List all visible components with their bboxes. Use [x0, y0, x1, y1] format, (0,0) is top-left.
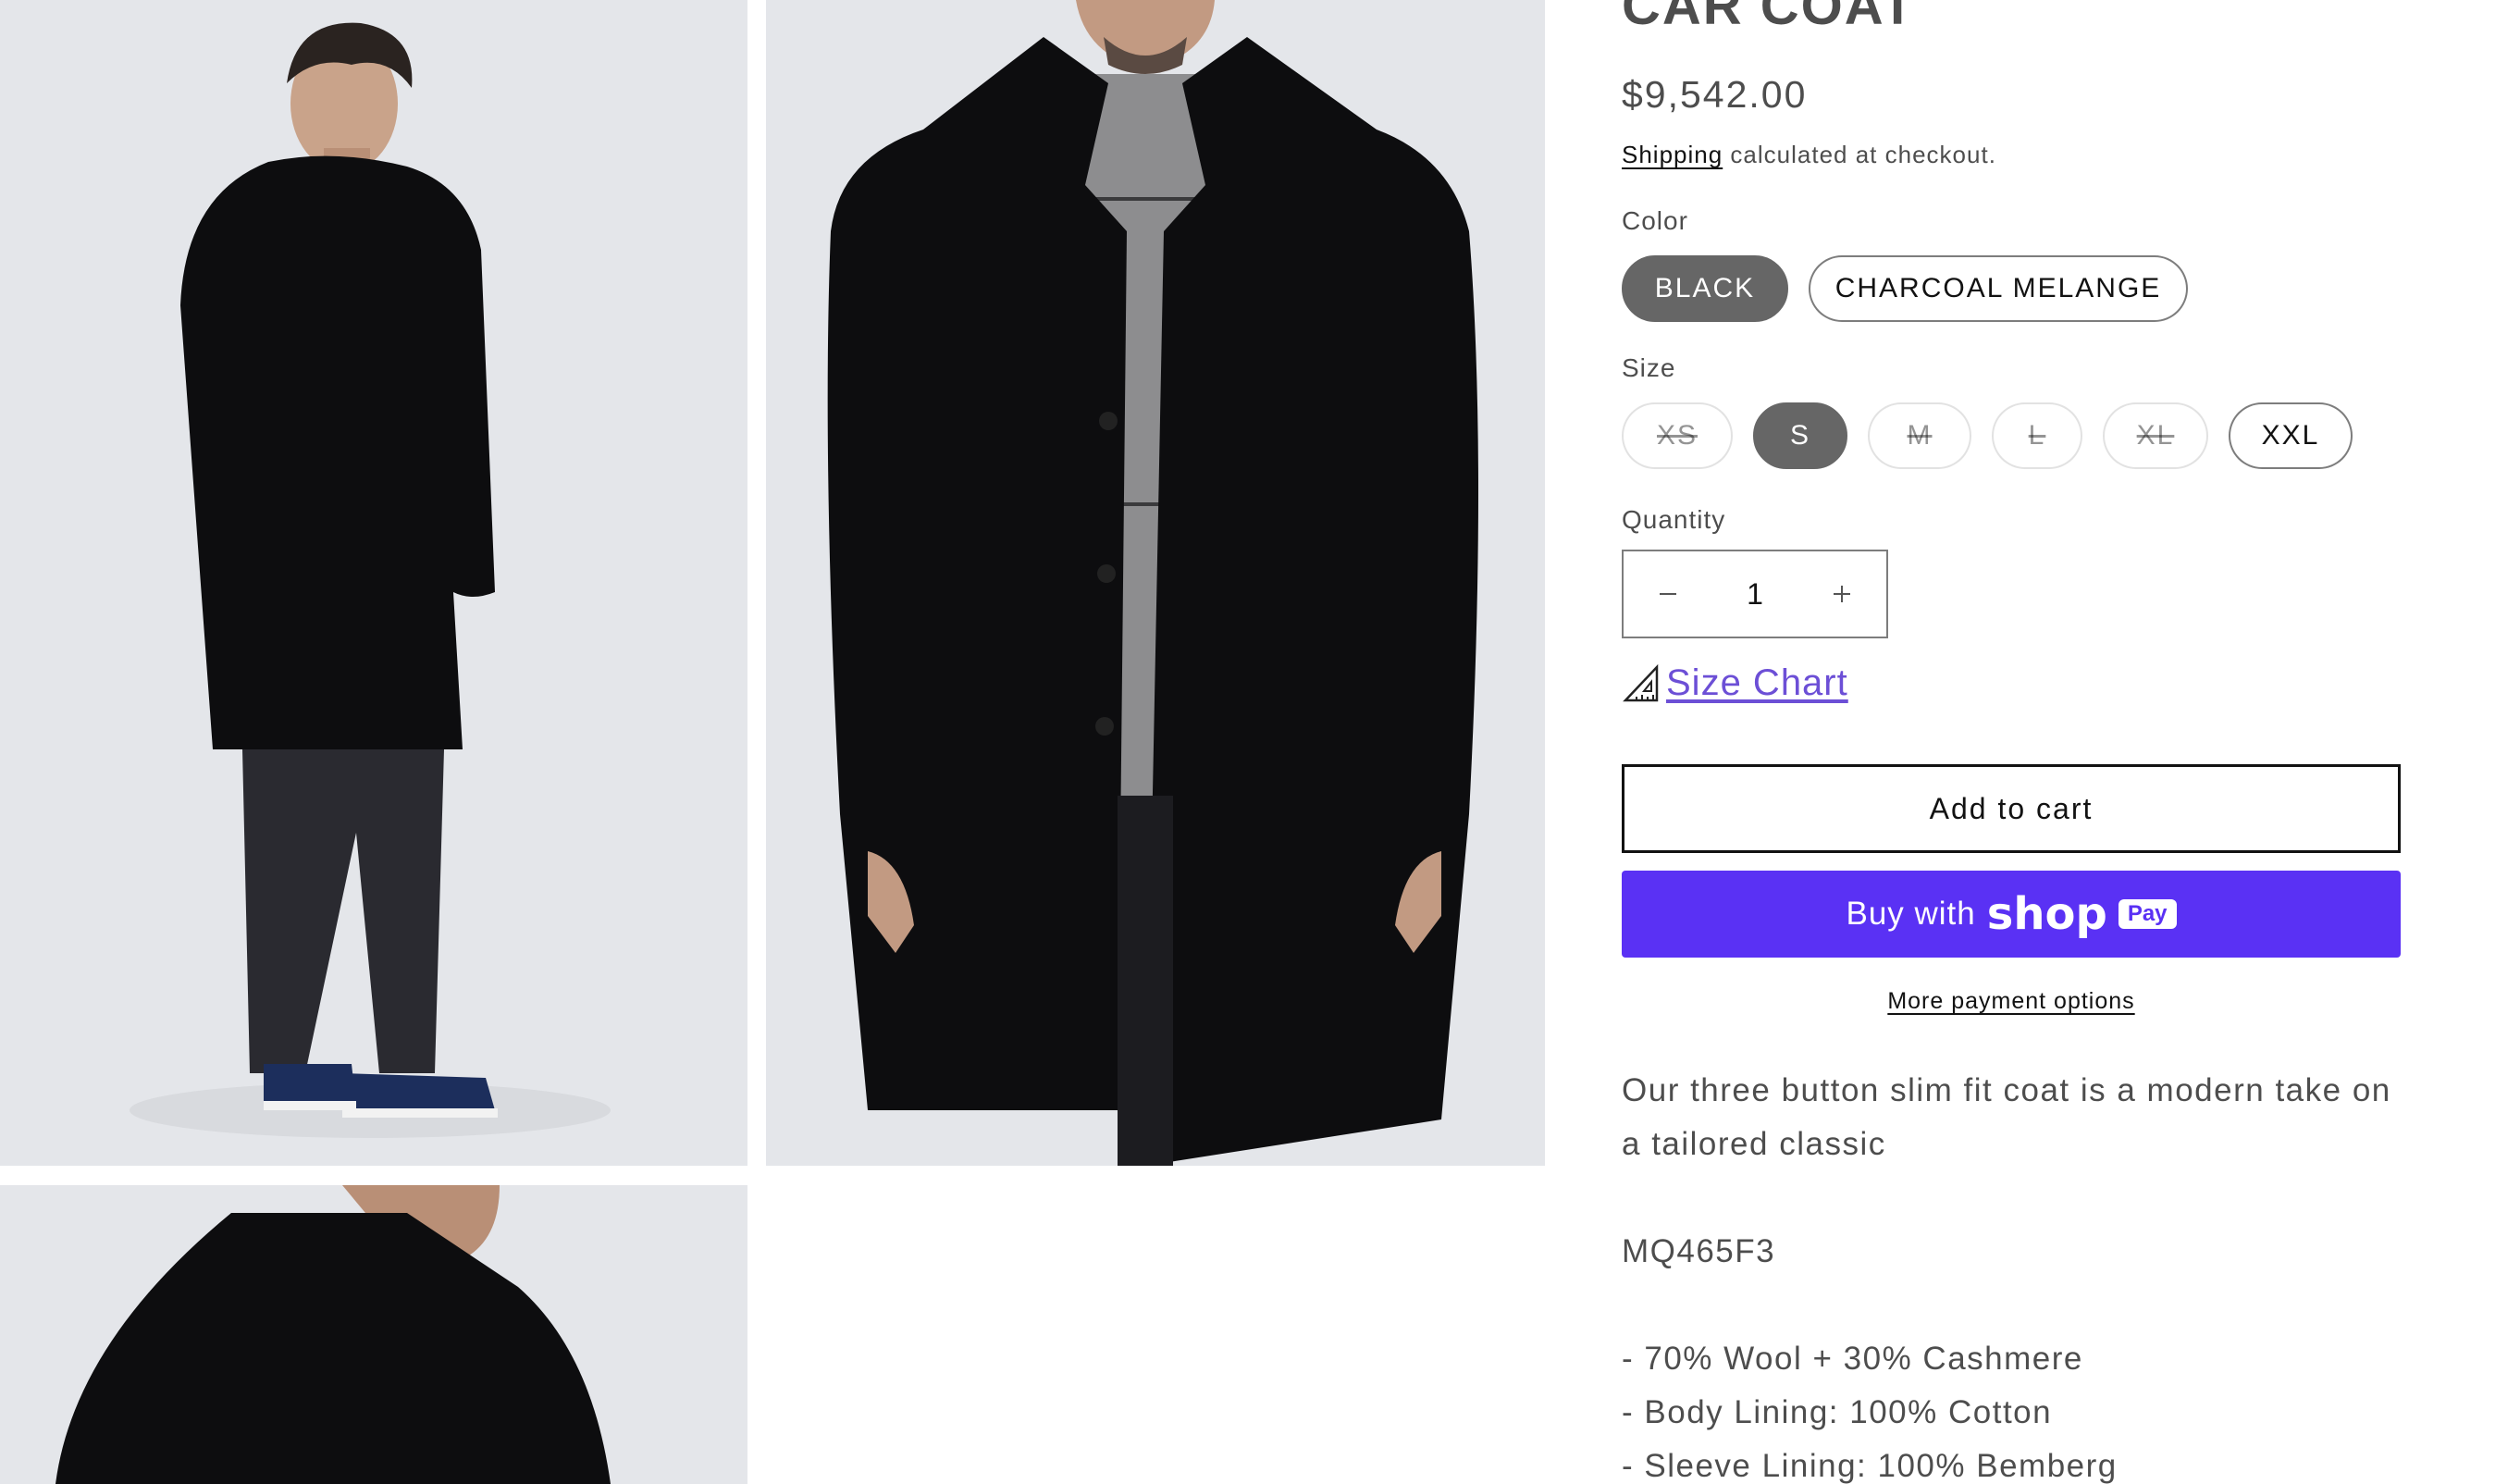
description-intro: Our three button slim fit coat is a mode…: [1622, 1072, 2391, 1162]
size-option-m[interactable]: M: [1868, 402, 1971, 469]
product-sku: MQ465F3: [1622, 1233, 1776, 1269]
product-title: CAR COAT: [1622, 0, 1916, 36]
product-photo-back-view[interactable]: [0, 0, 747, 1166]
description-detail: - Sleeve Lining: 100% Bemberg: [1622, 1448, 2118, 1484]
product-photo-back-view-image: [0, 0, 747, 1166]
color-option-black[interactable]: BLACK: [1622, 255, 1788, 322]
quantity-label: Quantity: [1622, 505, 1726, 534]
product-photo-front-view[interactable]: [766, 0, 1545, 1166]
product-photo-shoulder-detail[interactable]: [0, 1185, 747, 1484]
size-option-xl[interactable]: XL: [2103, 402, 2208, 469]
ruler-triangle-icon: [1623, 663, 1659, 701]
size-option-xs[interactable]: XS: [1622, 402, 1733, 469]
minus-icon: [1660, 593, 1676, 595]
description-detail: - 70% Wool + 30% Cashmere: [1622, 1341, 2083, 1377]
quantity-increase-button[interactable]: [1797, 551, 1886, 637]
quantity-stepper: 1: [1622, 550, 1888, 638]
color-options: BLACK CHARCOAL MELANGE: [1622, 255, 2188, 322]
product-description: Our three button slim fit coat is a mode…: [1622, 1064, 2401, 1484]
shop-pay-logo-text: shop: [1986, 888, 2107, 940]
size-label: Size: [1622, 353, 1676, 382]
shipping-note-text: calculated at checkout.: [1723, 141, 1996, 168]
shipping-link[interactable]: Shipping: [1622, 141, 1723, 168]
size-chart-link[interactable]: Size Chart: [1666, 662, 1848, 704]
buy-with-shop-pay-button[interactable]: Buy with shop Pay: [1622, 871, 2401, 958]
quantity-input[interactable]: 1: [1712, 577, 1797, 612]
size-option-s[interactable]: S: [1753, 402, 1847, 469]
product-photo-front-view-image: [766, 0, 1545, 1166]
size-chart-link-row: Size Chart: [1622, 662, 1848, 704]
more-payment-options: More payment options: [1622, 988, 2401, 1015]
size-options: XS S M L XL XXL: [1622, 402, 2353, 469]
size-option-l[interactable]: L: [1992, 402, 2082, 469]
product-price: $9,542.00: [1622, 73, 1808, 116]
size-option-xxl[interactable]: XXL: [2229, 402, 2353, 469]
product-photo-shoulder-detail-image: [0, 1185, 747, 1484]
description-detail: - Body Lining: 100% Cotton: [1622, 1394, 2053, 1430]
buy-with-label: Buy with: [1846, 896, 1976, 932]
color-label: Color: [1622, 206, 1688, 235]
more-payment-options-link[interactable]: More payment options: [1887, 988, 2134, 1014]
shipping-note: Shipping calculated at checkout.: [1622, 141, 1996, 169]
shop-pay-badge: Pay: [2118, 899, 2177, 929]
quantity-decrease-button[interactable]: [1624, 551, 1712, 637]
plus-icon: [1834, 586, 1850, 602]
add-to-cart-button[interactable]: Add to cart: [1622, 764, 2401, 853]
color-option-charcoal-melange[interactable]: CHARCOAL MELANGE: [1809, 255, 2188, 322]
